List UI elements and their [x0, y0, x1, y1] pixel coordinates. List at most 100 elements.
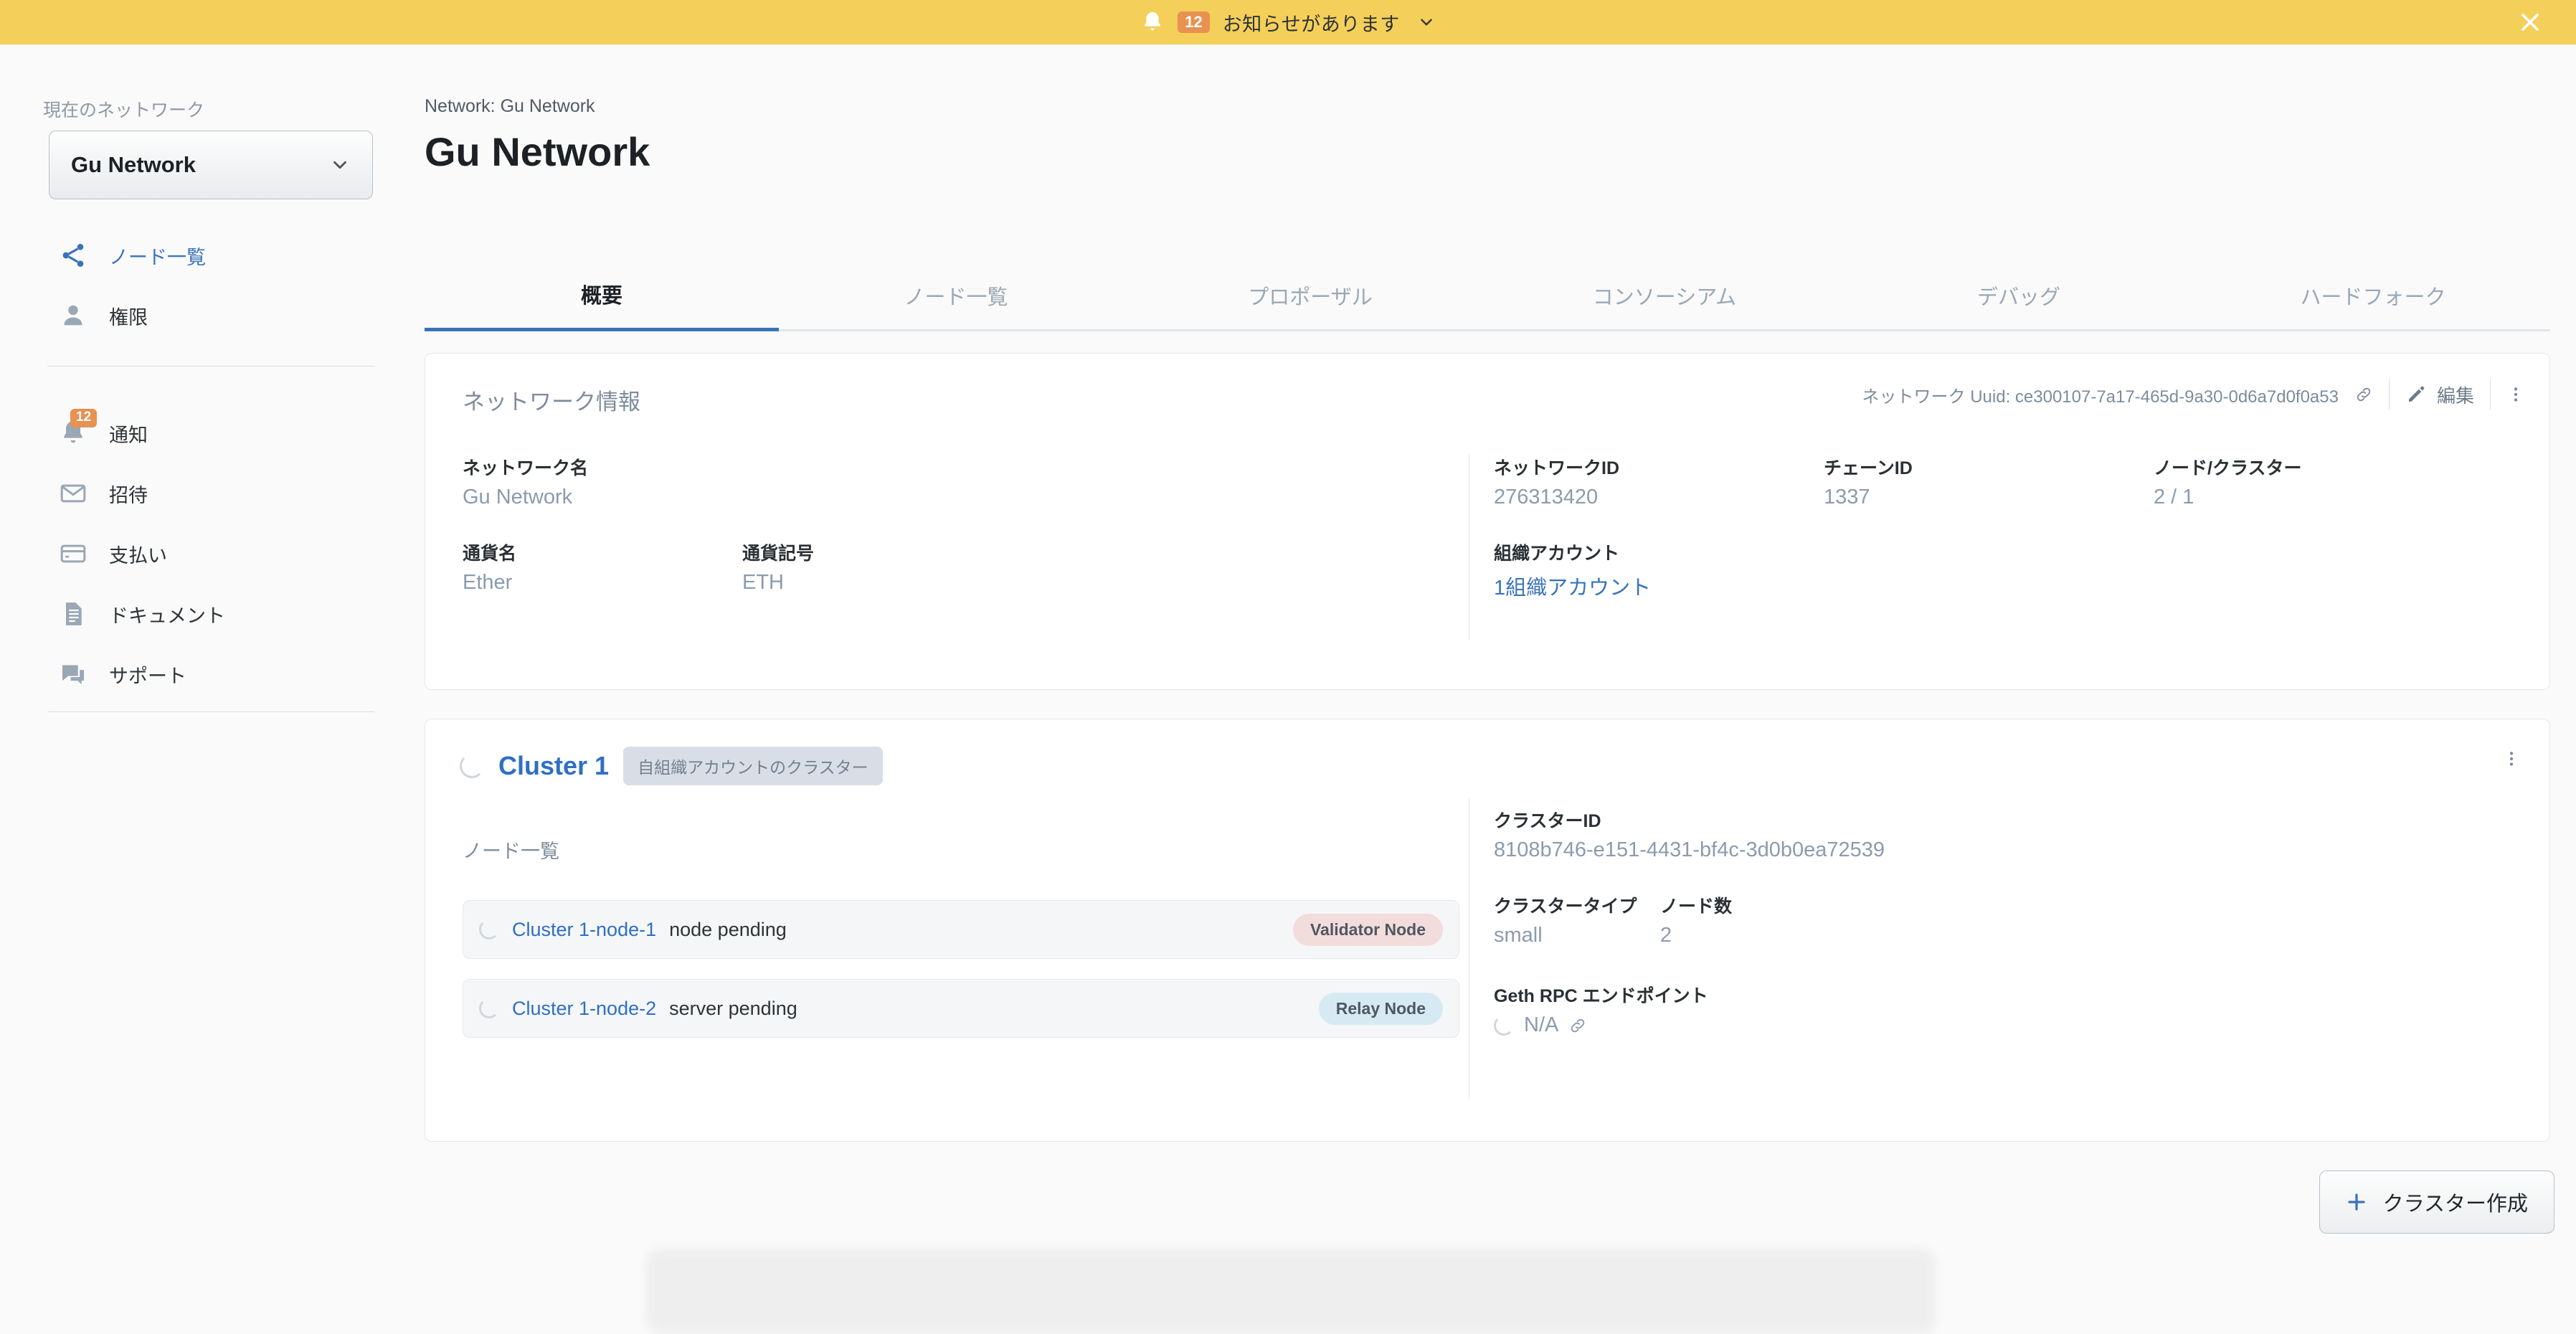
field-label: 通貨名: [463, 544, 517, 564]
network-select-value: Gu Network: [71, 152, 196, 177]
field-cluster-type: クラスタータイプ small: [1494, 892, 1660, 947]
node-name-link[interactable]: Cluster 1-node-2: [512, 998, 656, 1020]
node-status: node pending: [669, 918, 787, 940]
field-org-account: 組織アカウント 1組織アカウント: [1494, 539, 2512, 601]
sidebar-item-label: 招待: [109, 484, 148, 506]
share-nodes-icon: [62, 244, 84, 267]
field-label: ノード数: [1660, 897, 1733, 917]
field-nodes-clusters: ノード/クラスター 2 / 1: [2154, 454, 2301, 509]
field-label: 組織アカウント: [1494, 544, 1620, 564]
field-geth-rpc: Geth RPC エンドポイント N/A: [1494, 982, 2512, 1037]
field-chain-id: チェーンID 1337: [1824, 454, 2154, 509]
sidebar-item-documents[interactable]: ドキュメント: [0, 584, 403, 644]
network-info-card: ネットワーク情報 ネットワーク Uuid: ce300107-7a17-465d…: [425, 353, 2550, 690]
current-network-label: 現在のネットワーク: [43, 100, 205, 120]
field-node-count: ノード数 2: [1660, 892, 1732, 947]
node-name-link[interactable]: Cluster 1-node-1: [512, 919, 656, 941]
close-icon[interactable]: [2516, 8, 2544, 37]
tab-bar: 概要 ノード一覧 プロポーザル コンソーシアム デバッグ ハードフォーク: [425, 260, 2550, 331]
field-value: 276313420: [1494, 486, 1599, 508]
sidebar-notification-badge: 12: [70, 409, 98, 427]
sidebar-item-label: サポート: [109, 665, 186, 687]
network-fields-left: ネットワーク名 Gu Network 通貨名 Ether 通貨記号 ETH: [463, 454, 1452, 595]
field-value: 2 / 1: [2154, 486, 2194, 508]
sidebar-item-notifications[interactable]: 12 通知: [0, 403, 403, 463]
pencil-icon: [2408, 386, 2425, 402]
chevron-down-icon: [333, 161, 346, 169]
network-card-actions: ネットワーク Uuid: ce300107-7a17-465d-9a30-0d6…: [1862, 379, 2525, 410]
sidebar-item-invites[interactable]: 招待: [0, 463, 403, 524]
cluster-name-link[interactable]: Cluster 1: [498, 751, 609, 781]
kebab-menu-icon[interactable]: [2506, 385, 2525, 404]
tab-overview[interactable]: 概要: [425, 260, 779, 331]
cluster-card: Cluster 1 自組織アカウントのクラスター ノード一覧 Cluster 1…: [425, 719, 2550, 1142]
loading-spinner-icon: [460, 754, 484, 778]
network-select[interactable]: Gu Network: [49, 131, 373, 199]
field-value: Gu Network: [463, 486, 573, 508]
sidebar-item-nodes[interactable]: ノード一覧: [0, 225, 403, 285]
field-network-name: ネットワーク名 Gu Network: [463, 454, 1452, 509]
field-cluster-id: クラスターID 8108b746-e151-4431-bf4c-3d0b0ea7…: [1494, 807, 2512, 862]
field-network-id: ネットワークID 276313420: [1494, 454, 1824, 509]
field-value: 8108b746-e151-4431-bf4c-3d0b0ea72539: [1494, 838, 1885, 861]
node-list-title: ノード一覧: [463, 841, 559, 862]
kebab-menu-icon[interactable]: [2502, 749, 2521, 768]
sidebar-item-label: 通知: [109, 424, 148, 446]
tab-proposals[interactable]: プロポーザル: [1133, 260, 1487, 331]
bell-icon: 12: [59, 409, 98, 448]
loading-spinner-icon: [479, 919, 499, 940]
credit-card-icon: [60, 544, 86, 563]
sidebar-item-label: ノード一覧: [109, 246, 206, 268]
link-icon[interactable]: [2354, 385, 2373, 404]
field-value: 2: [1660, 924, 1672, 947]
cluster-header: Cluster 1 自組織アカウントのクラスター: [460, 747, 883, 785]
org-account-link[interactable]: 1組織アカウント: [1494, 571, 2512, 601]
tab-nodes[interactable]: ノード一覧: [779, 260, 1133, 331]
field-label: ノード/クラスター: [2154, 458, 2302, 478]
tab-debug[interactable]: デバッグ: [1842, 260, 2196, 331]
sidebar-item-billing[interactable]: 支払い: [0, 524, 403, 584]
plus-icon: [2347, 1193, 2365, 1211]
create-cluster-label: クラスター作成: [2382, 1193, 2528, 1216]
sidebar-secondary-nav: 12 通知 招待 支払い ドキュメント サポート: [0, 403, 403, 704]
node-status: server pending: [669, 997, 797, 1019]
sidebar-item-support[interactable]: サポート: [0, 644, 403, 704]
loading-spinner-icon: [1494, 1015, 1514, 1036]
notification-banner[interactable]: 12 お知らせがあります: [0, 0, 2576, 44]
sidebar-item-permissions[interactable]: 権限: [0, 285, 403, 346]
breadcrumb: Network: Gu Network: [425, 96, 595, 116]
link-icon[interactable]: [1568, 1016, 1587, 1035]
edit-button[interactable]: 編集: [2405, 382, 2474, 408]
field-label: ネットワークID: [1494, 458, 1620, 478]
cluster-details: クラスターID 8108b746-e151-4431-bf4c-3d0b0ea7…: [1494, 807, 2512, 1037]
tab-consortium[interactable]: コンソーシアム: [1487, 260, 1842, 331]
node-role-badge: Validator Node: [1292, 913, 1443, 946]
envelope-icon: [60, 484, 86, 503]
chevron-down-icon[interactable]: [1417, 13, 1436, 32]
edit-button-label: 編集: [2436, 384, 2474, 407]
network-uuid: ネットワーク Uuid: ce300107-7a17-465d-9a30-0d6…: [1862, 387, 2339, 407]
field-value: ETH: [742, 571, 784, 594]
chat-bubble-icon: [62, 665, 84, 685]
page-title: Gu Network: [425, 129, 650, 174]
banner-message: お知らせがあります: [1222, 13, 1400, 35]
sidebar-divider: [47, 711, 374, 712]
field-label: Geth RPC エンドポイント: [1494, 986, 1708, 1006]
banner-badge-count: 12: [1178, 11, 1210, 34]
divider: [2490, 379, 2491, 410]
sidebar-primary-nav: ノード一覧 権限: [0, 225, 403, 346]
bell-icon: [1145, 11, 1161, 31]
node-row[interactable]: Cluster 1-node-2 server pending Relay No…: [463, 979, 1459, 1038]
field-value: small: [1494, 924, 1543, 947]
field-label: クラスタータイプ: [1494, 897, 1637, 917]
node-role-badge: Relay Node: [1318, 992, 1443, 1025]
main-content: Network: Gu Network Gu Network 概要 ノード一覧 …: [403, 44, 2576, 1285]
document-icon: [66, 602, 82, 625]
field-label: チェーンID: [1824, 458, 1913, 478]
tab-hardfork[interactable]: ハードフォーク: [2196, 260, 2550, 331]
create-cluster-button[interactable]: クラスター作成: [2319, 1170, 2554, 1234]
field-value: 1337: [1824, 486, 1870, 508]
field-label: クラスターID: [1494, 811, 1601, 831]
field-value: Ether: [463, 571, 513, 594]
node-row[interactable]: Cluster 1-node-1 node pending Validator …: [463, 900, 1459, 959]
